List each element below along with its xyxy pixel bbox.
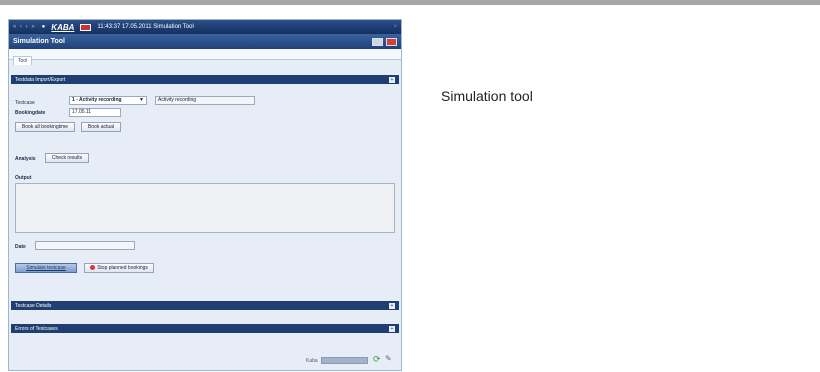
tab-strip: Tool [9,49,401,65]
testcase-label: Testcase [15,100,35,106]
testcase-description-field: Activity recording [155,96,255,105]
caption-text: Simulation tool [441,88,533,104]
errors-panel-header[interactable]: Errors of Testcases + [11,324,399,333]
testcase-select-value: 1 - Activity recording [72,97,122,103]
tool-header: Simulation Tool [9,34,401,49]
expand-icon[interactable]: + [389,325,395,332]
close-button[interactable] [386,37,397,46]
analysis-label: Analysis [15,156,36,162]
flag-icon [80,23,92,31]
chevron-down-icon: ▼ [139,97,144,103]
simulation-tool-window: « ‹ › » ● KABA 11:43:37 17.05.2011 Simul… [8,19,402,371]
expand-icon[interactable]: + [389,76,395,83]
refresh-icon[interactable]: ⟳ [373,354,381,364]
book-all-bookingtime-button[interactable]: Book all bookingtime [15,122,75,132]
testcase-select[interactable]: 1 - Activity recording ▼ [69,96,147,105]
check-results-button[interactable]: Check results [45,153,89,163]
bookingdate-value: 17.05.11 [72,109,92,115]
expand-icon[interactable]: + [389,302,395,309]
errors-panel-title: Errors of Testcases [15,325,58,332]
tab-tool[interactable]: Tool [13,56,33,65]
kaba-logo: KABA [51,22,75,32]
simulate-testcase-button[interactable]: Simulate testcase [15,263,77,273]
tool-title: Simulation Tool [13,38,65,45]
testcase-details-title: Testcase Details [15,302,52,309]
top-divider [0,0,820,5]
bookingdate-label: Bookingdate [15,110,46,116]
status-dot-icon: ● [41,24,46,30]
testdata-panel-header[interactable]: Testdata Import/Export + [11,75,399,84]
book-actual-button[interactable]: Book actual [81,122,121,132]
stop-planned-bookings-button[interactable]: Stop planned bookings [84,263,154,273]
navigation-arrows[interactable]: « ‹ › » [13,24,36,30]
pencil-icon[interactable]: ✎ [385,354,392,364]
testcase-description: Activity recording [158,97,197,103]
bookingdate-field[interactable]: 17.05.11 [69,108,121,117]
date-field[interactable] [35,241,135,250]
status-label: Kaba [306,358,318,364]
titlebar-close-icon[interactable]: × [393,24,397,30]
window-titlebar: « ‹ › » ● KABA 11:43:37 17.05.2011 Simul… [9,20,401,34]
stop-planned-bookings-label: Stop planned bookings [97,265,148,271]
output-label: Output [15,175,32,181]
status-progress-bar [321,357,368,364]
minimize-button[interactable] [372,37,383,46]
testcase-details-panel-header[interactable]: Testcase Details + [11,301,399,310]
stop-icon [90,265,96,271]
output-textarea[interactable] [15,183,395,233]
titlebar-info: 11:43:37 17.05.2011 Simulation Tool [97,24,194,30]
testdata-panel-title: Testdata Import/Export [15,76,66,83]
date-label: Date [15,244,26,250]
